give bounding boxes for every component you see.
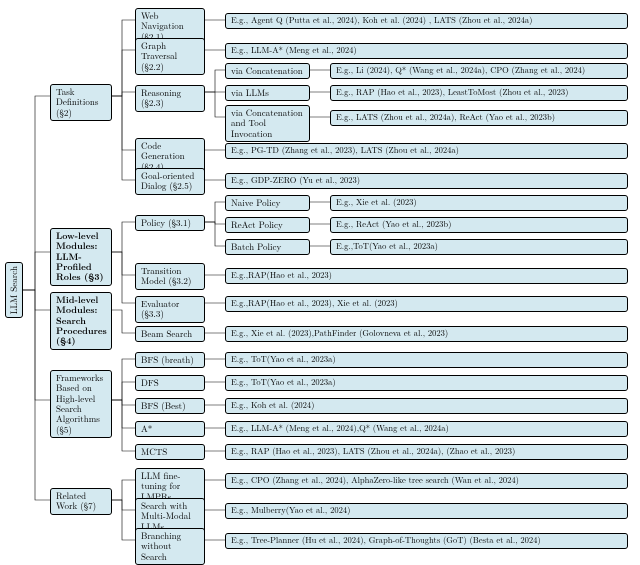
ex-graph-traversal: E.g., LLM-A* (Meng et al., 2024) [225, 43, 628, 59]
node-beam-search: Beam Search [135, 326, 205, 342]
node-dialog: Goal-oriented Dialog (§2.5) [135, 168, 205, 195]
node-frameworks: Frameworks Based on High-level Search Al… [50, 370, 112, 438]
node-via-llms: via LLMs [225, 85, 310, 101]
ex-naive-policy: E.g., Xie et al. (2023) [330, 195, 628, 211]
node-react-policy: ReAct Policy [225, 217, 310, 233]
node-evaluator: Evaluator (§3.3) [135, 296, 205, 323]
node-via-tool: via Concatenation and Tool Invocation [225, 105, 310, 142]
ex-astar: E.g., LLM-A* (Meng et al., 2024),Q* (Wan… [225, 421, 628, 437]
node-bfs-best: BFS (Best) [135, 398, 205, 414]
node-policy: Policy (§3.1) [135, 215, 205, 231]
node-related-work: Related Work (§7) [50, 488, 112, 515]
node-astar: A* [135, 421, 205, 437]
ex-code-generation: E.g., PG-TD (Zhang et al., 2023), LATS (… [225, 143, 628, 159]
node-naive-policy: Naive Policy [225, 195, 310, 211]
node-mcts: MCTS [135, 444, 205, 460]
root-node: LLM Search [5, 262, 23, 318]
ex-multimodal: E.g., Mulberry(Yao et al., 2024) [225, 503, 628, 519]
node-low-level: Low-level Modules: LLM-Profiled Roles (§… [50, 228, 112, 286]
node-dfs: DFS [135, 375, 205, 391]
ex-bfs-breath: E.g., ToT(Yao et al., 2023a) [225, 352, 628, 368]
ex-batch-policy: E.g.,ToT(Yao et al., 2023a) [330, 239, 628, 255]
ex-via-llms: E.g., RAP (Hao et al., 2023), LeastToMos… [330, 85, 628, 101]
node-batch-policy: Batch Policy [225, 239, 310, 255]
node-task-definitions: Task Definitions (§2) [50, 84, 112, 121]
node-transition-model: Transition Model (§3.2) [135, 263, 205, 290]
ex-web-navigation: E.g., Agent Q (Putta et al., 2024), Koh … [225, 13, 628, 29]
ex-dialog: E.g., GDP-ZERO (Yu et al., 2023) [225, 173, 628, 189]
node-via-concatenation: via Concatenation [225, 63, 310, 79]
ex-finetune: E.g., CPO (Zhang et al., 2024), AlphaZer… [225, 473, 628, 489]
ex-bfs-best: E.g., Koh et al. (2024) [225, 398, 628, 414]
ex-react-policy: E.g., ReAct (Yao et al., 2023b) [330, 217, 628, 233]
ex-mcts: E.g., RAP (Hao et al., 2023), LATS (Zhou… [225, 444, 628, 460]
ex-evaluator: E.g.,RAP(Hao et al., 2023), Xie et al. (… [225, 296, 628, 312]
ex-beam-search: E.g., Xie et al. (2023),PathFinder (Golo… [225, 326, 628, 342]
ex-via-tool: E.g., LATS (Zhou et al., 2024a), ReAct (… [330, 110, 628, 126]
node-graph-traversal: Graph Traversal (§2.2) [135, 38, 205, 75]
ex-transition-model: E.g.,RAP(Hao et al., 2023) [225, 268, 628, 284]
ex-branching: E.g., Tree-Planner (Hu et al., 2024), Gr… [225, 533, 628, 549]
node-bfs-breath: BFS (breath) [135, 352, 205, 368]
node-branching: Branching without Search [135, 528, 205, 565]
node-reasoning: Reasoning (§2.3) [135, 85, 205, 112]
ex-dfs: E.g., ToT(Yao et al., 2023a) [225, 375, 628, 391]
ex-via-concatenation: E.g., Li (2024), Q* (Wang et al., 2024a)… [330, 63, 628, 79]
node-mid-level: Mid-level Modules: Search Procedures (§4… [50, 292, 112, 350]
